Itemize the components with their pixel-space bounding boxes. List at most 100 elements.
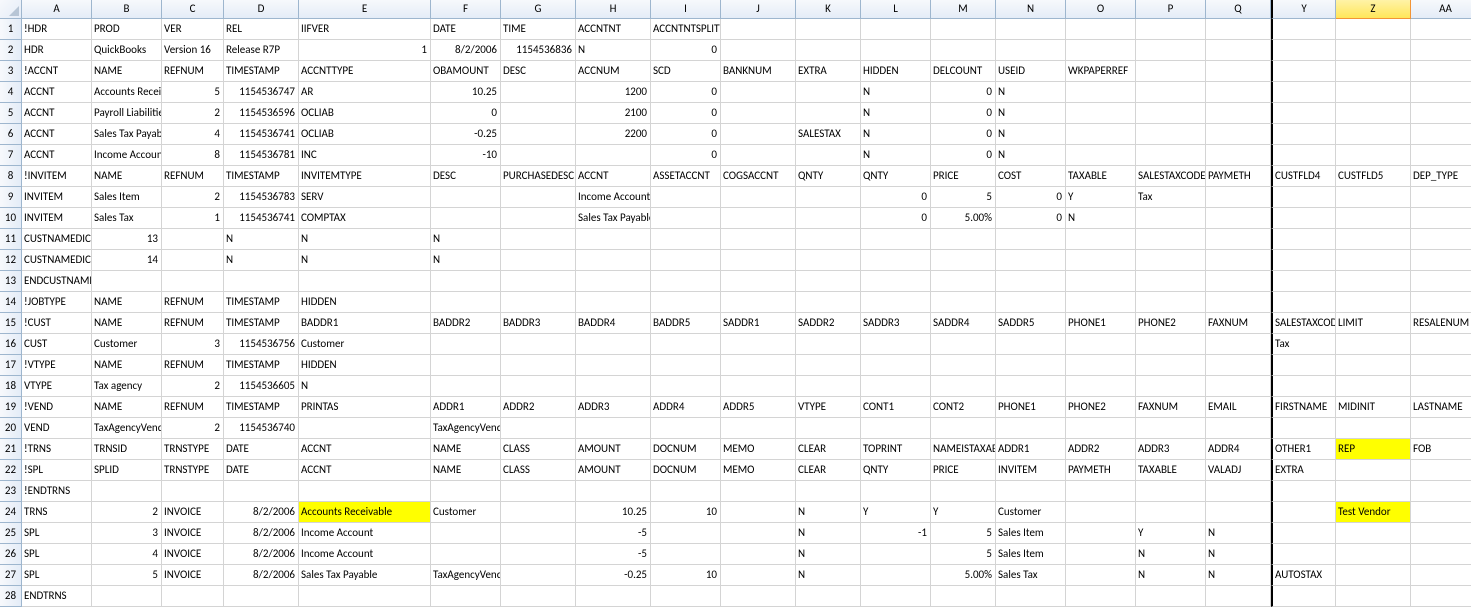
cell-C6[interactable]: 4 [162, 124, 224, 145]
cell-I6[interactable]: 0 [651, 124, 721, 145]
cell-J21[interactable]: MEMO [721, 439, 796, 460]
cell-D11[interactable]: N [224, 229, 299, 250]
cell-O28[interactable] [1066, 586, 1136, 607]
cell-H16[interactable] [576, 334, 651, 355]
cell-O10[interactable]: N [1066, 208, 1136, 229]
cell-O17[interactable] [1066, 355, 1136, 376]
cell-M19[interactable]: CONT2 [931, 397, 996, 418]
cell-B5[interactable]: Payroll Liabilities [92, 103, 162, 124]
cell-AA25[interactable] [1411, 523, 1471, 544]
cell-AA5[interactable] [1411, 103, 1471, 124]
cell-G3[interactable]: DESC [501, 61, 576, 82]
row-header-25[interactable]: 25 [0, 523, 22, 544]
cell-J10[interactable] [721, 208, 796, 229]
cell-D8[interactable]: TIMESTAMP [224, 166, 299, 187]
cell-O21[interactable]: ADDR2 [1066, 439, 1136, 460]
cell-Z2[interactable] [1336, 40, 1411, 61]
cell-F16[interactable] [431, 334, 501, 355]
cell-Y2[interactable] [1271, 40, 1336, 61]
cell-I24[interactable]: 10 [651, 502, 721, 523]
cell-M18[interactable] [931, 376, 996, 397]
cell-AA24[interactable] [1411, 502, 1471, 523]
cell-Z10[interactable] [1336, 208, 1411, 229]
cell-E14[interactable]: HIDDEN [299, 292, 431, 313]
cell-K4[interactable] [796, 82, 861, 103]
cell-F4[interactable]: 10.25 [431, 82, 501, 103]
cell-G7[interactable] [501, 145, 576, 166]
cell-F27[interactable]: TaxAgencyVendor [431, 565, 501, 586]
row-header-26[interactable]: 26 [0, 544, 22, 565]
cell-H11[interactable] [576, 229, 651, 250]
row-header-10[interactable]: 10 [0, 208, 22, 229]
cell-D23[interactable] [224, 481, 299, 502]
cell-C24[interactable]: INVOICE [162, 502, 224, 523]
cell-Z14[interactable] [1336, 292, 1411, 313]
column-header-J[interactable]: J [721, 0, 796, 19]
cell-A1[interactable]: !HDR [22, 19, 92, 40]
cell-M25[interactable]: 5 [931, 523, 996, 544]
cell-AA20[interactable] [1411, 418, 1471, 439]
cell-G15[interactable]: BADDR3 [501, 313, 576, 334]
cell-I14[interactable] [651, 292, 721, 313]
cell-B15[interactable]: NAME [92, 313, 162, 334]
cell-L1[interactable] [861, 19, 931, 40]
cell-C9[interactable]: 2 [162, 187, 224, 208]
cell-D19[interactable]: TIMESTAMP [224, 397, 299, 418]
cell-Q1[interactable] [1206, 19, 1271, 40]
cell-AA21[interactable]: FOB [1411, 439, 1471, 460]
column-header-L[interactable]: L [861, 0, 931, 19]
cell-E4[interactable]: AR [299, 82, 431, 103]
cell-AA3[interactable] [1411, 61, 1471, 82]
row-header-27[interactable]: 27 [0, 565, 22, 586]
cell-A18[interactable]: VTYPE [22, 376, 92, 397]
cell-F9[interactable] [431, 187, 501, 208]
cell-N11[interactable] [996, 229, 1066, 250]
column-header-Y[interactable]: Y [1271, 0, 1336, 19]
cell-Q12[interactable] [1206, 250, 1271, 271]
cell-C18[interactable]: 2 [162, 376, 224, 397]
cell-Q10[interactable] [1206, 208, 1271, 229]
cell-B22[interactable]: SPLID [92, 460, 162, 481]
cell-L22[interactable]: QNTY [861, 460, 931, 481]
cell-M22[interactable]: PRICE [931, 460, 996, 481]
cell-C17[interactable]: REFNUM [162, 355, 224, 376]
cell-G1[interactable]: TIME [501, 19, 576, 40]
row-header-24[interactable]: 24 [0, 502, 22, 523]
cell-Y17[interactable] [1271, 355, 1336, 376]
cell-A19[interactable]: !VEND [22, 397, 92, 418]
cell-C25[interactable]: INVOICE [162, 523, 224, 544]
cell-E3[interactable]: ACCNTTYPE [299, 61, 431, 82]
cell-L17[interactable] [861, 355, 931, 376]
cell-Y11[interactable] [1271, 229, 1336, 250]
cell-C21[interactable]: TRNSTYPE [162, 439, 224, 460]
cell-N16[interactable] [996, 334, 1066, 355]
cell-Y23[interactable] [1271, 481, 1336, 502]
cell-P7[interactable] [1136, 145, 1206, 166]
cell-B24[interactable]: 2 [92, 502, 162, 523]
cell-E5[interactable]: OCLIAB [299, 103, 431, 124]
cell-H13[interactable] [576, 271, 651, 292]
cell-I25[interactable] [651, 523, 721, 544]
cell-P21[interactable]: ADDR3 [1136, 439, 1206, 460]
cell-AA17[interactable] [1411, 355, 1471, 376]
cell-Y27[interactable]: AUTOSTAX [1271, 565, 1336, 586]
cell-E13[interactable] [299, 271, 431, 292]
cell-H5[interactable]: 2100 [576, 103, 651, 124]
cell-C11[interactable] [162, 229, 224, 250]
select-all-corner[interactable] [0, 0, 22, 19]
cell-H15[interactable]: BADDR4 [576, 313, 651, 334]
cell-H6[interactable]: 2200 [576, 124, 651, 145]
cell-J15[interactable]: SADDR1 [721, 313, 796, 334]
cell-P1[interactable] [1136, 19, 1206, 40]
cell-B18[interactable]: Tax agency [92, 376, 162, 397]
cell-A7[interactable]: ACCNT [22, 145, 92, 166]
cell-O11[interactable] [1066, 229, 1136, 250]
column-header-E[interactable]: E [299, 0, 431, 19]
cell-AA10[interactable]: 0 [1411, 208, 1471, 229]
cell-AA28[interactable] [1411, 586, 1471, 607]
cell-A17[interactable]: !VTYPE [22, 355, 92, 376]
cell-M26[interactable]: 5 [931, 544, 996, 565]
cell-M10[interactable]: 5.00% [931, 208, 996, 229]
cell-O16[interactable] [1066, 334, 1136, 355]
cell-Q20[interactable] [1206, 418, 1271, 439]
